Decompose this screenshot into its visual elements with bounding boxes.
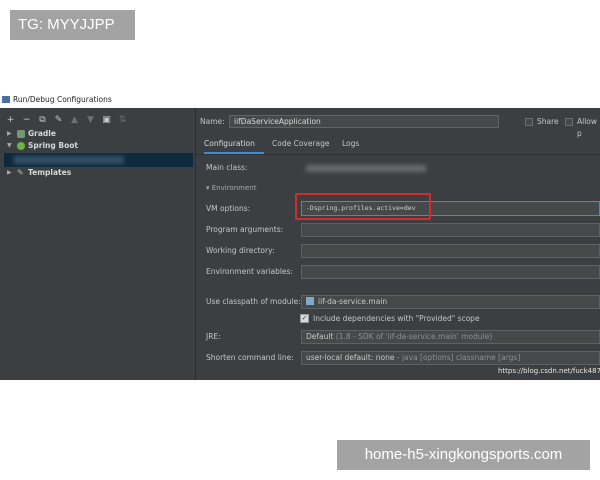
- run-debug-dialog: + − ⧉ ✎ ▲ ▼ ▣ ⇅ ▶ Gradle ▼ Spring Boot ▶…: [0, 108, 600, 380]
- run-config-icon: [2, 96, 10, 103]
- telegram-badge: TG: MYYJJPP: [10, 10, 135, 40]
- program-arguments-label: Program arguments:: [206, 225, 284, 234]
- environment-variables-input[interactable]: [301, 265, 600, 279]
- gradle-icon: [17, 130, 25, 138]
- tree-item-spring-boot[interactable]: ▼ Spring Boot: [0, 140, 195, 152]
- shorten-command-select[interactable]: user-local default: none - java [options…: [301, 351, 600, 365]
- tab-logs[interactable]: Logs: [342, 136, 359, 154]
- tree-item-label: Gradle: [28, 129, 56, 138]
- shorten-command-label: Shorten command line:: [206, 353, 294, 362]
- tree-item-label: Templates: [28, 168, 72, 177]
- wrench-icon: ✎: [17, 168, 24, 177]
- working-directory-input[interactable]: [301, 244, 600, 258]
- vm-options-label: VM options:: [206, 204, 251, 213]
- allow-parallel-checkbox[interactable]: [565, 118, 573, 126]
- classpath-module-select[interactable]: iif-da-service.main: [301, 295, 600, 309]
- jre-hint: (1.8 - SDK of 'iif-da-service.main' modu…: [335, 332, 493, 341]
- main-class-label: Main class:: [206, 163, 248, 172]
- chevron-right-icon[interactable]: ▶: [7, 128, 12, 140]
- jre-label: JRE:: [206, 332, 221, 341]
- add-icon[interactable]: +: [6, 115, 15, 125]
- tree-item-label: Spring Boot: [28, 141, 78, 150]
- chevron-down-icon[interactable]: ▾: [206, 184, 210, 192]
- selected-config-row[interactable]: [4, 153, 193, 167]
- wrench-icon[interactable]: ✎: [54, 115, 63, 125]
- config-form: Name: iifDaServiceApplication Share Allo…: [196, 108, 600, 380]
- classpath-module-value: iif-da-service.main: [318, 297, 388, 306]
- move-down-icon[interactable]: ▼: [86, 115, 95, 125]
- shorten-command-value: user-local default: none: [306, 353, 395, 362]
- tree-item-templates[interactable]: ▶ ✎ Templates: [0, 167, 195, 179]
- tab-code-coverage[interactable]: Code Coverage: [272, 136, 330, 154]
- module-icon: [306, 297, 314, 305]
- jre-select[interactable]: Default (1.8 - SDK of 'iif-da-service.ma…: [301, 330, 600, 344]
- jre-value: Default: [306, 332, 334, 341]
- redacted-config-name: [14, 156, 124, 164]
- share-checkbox[interactable]: [525, 118, 533, 126]
- move-up-icon[interactable]: ▲: [70, 115, 79, 125]
- share-label: Share: [537, 117, 559, 126]
- chevron-right-icon[interactable]: ▶: [7, 167, 12, 179]
- config-tabs: Configuration Code Coverage Logs: [196, 136, 600, 155]
- working-directory-label: Working directory:: [206, 246, 275, 255]
- folder-icon[interactable]: ▣: [102, 115, 111, 125]
- config-tree-pane: + − ⧉ ✎ ▲ ▼ ▣ ⇅ ▶ Gradle ▼ Spring Boot ▶…: [0, 108, 196, 380]
- environment-label: Environment: [211, 184, 257, 192]
- name-input[interactable]: iifDaServiceApplication: [229, 115, 499, 128]
- spring-boot-icon: [17, 142, 25, 150]
- domain-badge: home-h5-xingkongsports.com: [337, 440, 590, 470]
- environment-variables-label: Environment variables:: [206, 267, 293, 276]
- chevron-down-icon[interactable]: ▼: [7, 140, 12, 152]
- environment-section[interactable]: ▾ Environment: [206, 183, 256, 193]
- tree-toolbar: + − ⧉ ✎ ▲ ▼ ▣ ⇅: [6, 115, 127, 125]
- copy-icon[interactable]: ⧉: [38, 115, 47, 125]
- config-tree: ▶ Gradle ▼ Spring Boot: [0, 128, 195, 152]
- tree-item-gradle[interactable]: ▶ Gradle: [0, 128, 195, 140]
- program-arguments-input[interactable]: [301, 223, 600, 237]
- csdn-watermark: https://blog.csdn.net/fuck487: [498, 367, 600, 375]
- highlight-box: [295, 193, 431, 220]
- name-label: Name:: [200, 117, 225, 126]
- window-title: Run/Debug Configurations: [13, 95, 112, 104]
- redacted-main-class: [306, 165, 426, 172]
- window-title-bar: Run/Debug Configurations: [0, 93, 600, 107]
- config-tree-lower: ▶ ✎ Templates: [0, 167, 195, 179]
- include-dependencies-checkbox[interactable]: ✓: [300, 314, 309, 323]
- remove-icon[interactable]: −: [22, 115, 31, 125]
- include-dependencies-label: Include dependencies with "Provided" sco…: [313, 314, 480, 323]
- shorten-command-hint: - java [options] classname [args]: [396, 353, 521, 362]
- tab-configuration[interactable]: Configuration: [204, 136, 264, 154]
- classpath-module-label: Use classpath of module:: [206, 297, 301, 306]
- sort-icon[interactable]: ⇅: [118, 115, 127, 125]
